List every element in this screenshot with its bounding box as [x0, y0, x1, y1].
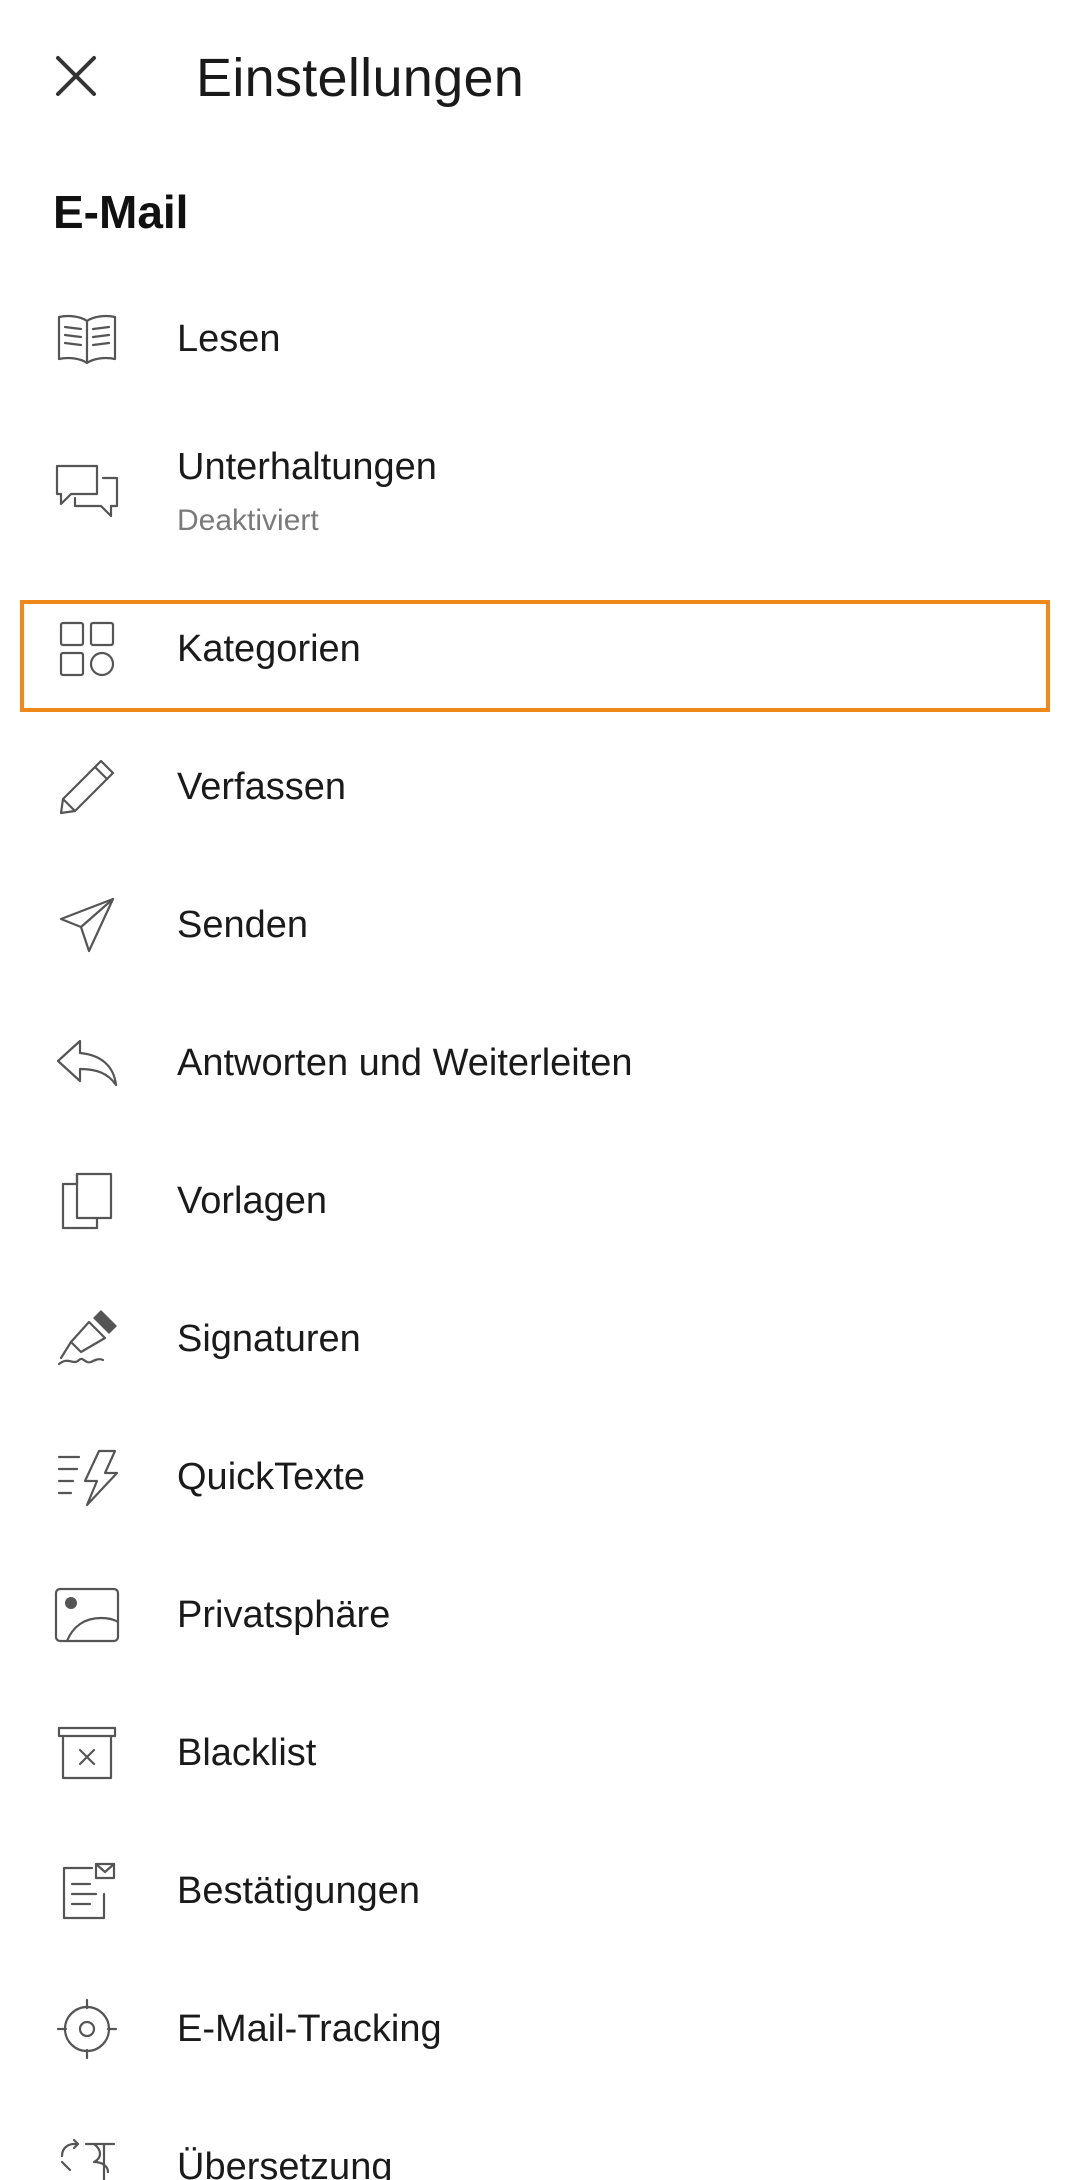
settings-item-signaturen[interactable]: Signaturen	[0, 1270, 1078, 1408]
target-icon	[50, 1992, 124, 2066]
close-button[interactable]	[40, 38, 112, 114]
settings-item-verfassen[interactable]: Verfassen	[0, 718, 1078, 856]
settings-item-label: Vorlagen	[177, 1180, 328, 1222]
settings-item-antworten-weiterleiten[interactable]: Antworten und Weiterleiten	[0, 994, 1078, 1132]
settings-item-blacklist[interactable]: Blacklist	[0, 1684, 1078, 1822]
settings-item-label: Senden	[177, 904, 309, 946]
settings-screen: Einstellungen E-Mail Lesen Unterhaltunge…	[0, 0, 1078, 2180]
close-icon	[54, 54, 98, 98]
settings-item-label: Übersetzung	[177, 2146, 393, 2180]
settings-list: Lesen Unterhaltungen Deaktiviert Kategor…	[0, 270, 1078, 2180]
settings-item-unterhaltungen[interactable]: Unterhaltungen Deaktiviert	[0, 408, 1078, 580]
top-app-bar: Einstellungen	[0, 0, 1078, 160]
book-open-icon	[50, 302, 124, 376]
settings-item-lesen[interactable]: Lesen	[0, 270, 1078, 408]
settings-item-label: Bestätigungen	[177, 1870, 420, 1912]
settings-item-label: Lesen	[177, 318, 281, 360]
settings-item-label: Signaturen	[177, 1318, 361, 1360]
settings-item-kategorien[interactable]: Kategorien	[0, 580, 1078, 718]
chat-bubbles-icon	[50, 457, 124, 531]
reply-icon	[50, 1026, 124, 1100]
section-title-email: E-Mail	[53, 186, 189, 238]
signature-pen-icon	[50, 1302, 124, 1376]
settings-item-label: Privatsphäre	[177, 1594, 391, 1636]
receipt-mail-icon	[50, 1854, 124, 1928]
settings-item-label: QuickTexte	[177, 1456, 365, 1498]
settings-item-bestaetigungen[interactable]: Bestätigungen	[0, 1822, 1078, 1960]
archive-block-icon	[50, 1716, 124, 1790]
settings-item-email-tracking[interactable]: E-Mail-Tracking	[0, 1960, 1078, 2098]
settings-item-label: Unterhaltungen	[177, 446, 437, 488]
settings-item-senden[interactable]: Senden	[0, 856, 1078, 994]
settings-item-uebersetzung[interactable]: Übersetzung	[0, 2098, 1078, 2180]
settings-item-label: Verfassen	[177, 766, 346, 808]
settings-item-label: Kategorien	[177, 628, 361, 670]
settings-item-label: E-Mail-Tracking	[177, 2008, 442, 2050]
settings-item-status: Deaktiviert	[177, 504, 319, 537]
settings-item-label: Blacklist	[177, 1732, 317, 1774]
send-icon	[50, 888, 124, 962]
translate-icon	[50, 2130, 124, 2180]
settings-item-quicktexte[interactable]: QuickTexte	[0, 1408, 1078, 1546]
page-title: Einstellungen	[196, 48, 525, 108]
pencil-icon	[50, 750, 124, 824]
templates-icon	[50, 1164, 124, 1238]
categories-icon	[50, 612, 124, 686]
settings-item-vorlagen[interactable]: Vorlagen	[0, 1132, 1078, 1270]
settings-item-privatsphaere[interactable]: Privatsphäre	[0, 1546, 1078, 1684]
quicktext-icon	[50, 1440, 124, 1514]
settings-item-label: Antworten und Weiterleiten	[177, 1042, 633, 1084]
image-privacy-icon	[50, 1578, 124, 1652]
